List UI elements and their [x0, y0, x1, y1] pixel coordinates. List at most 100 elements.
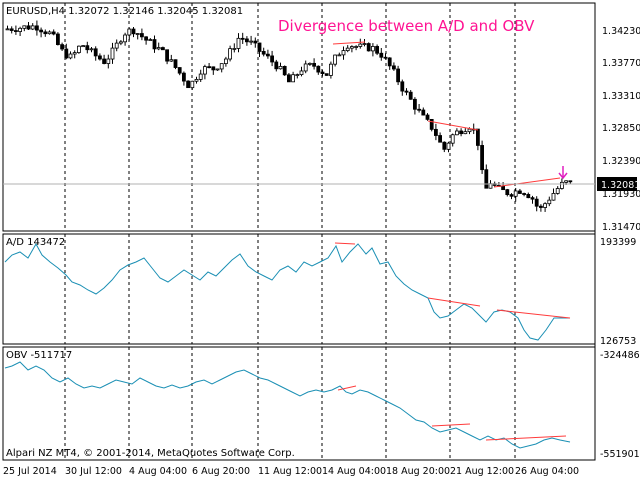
candle-body: [106, 58, 111, 64]
obv-scale-top: -324486: [600, 350, 640, 361]
candle-body: [5, 28, 10, 31]
time-axis: 25 Jul 2014 30 Jul 12:00 4 Aug 04:00 6 A…: [3, 466, 579, 477]
candle-body: [375, 46, 380, 54]
candle-body: [278, 66, 283, 70]
obv-pane-frame: [2, 346, 596, 461]
price-scale: 1.34230 1.33770 1.33310 1.32850 1.32390 …: [602, 26, 640, 233]
candle-body: [312, 62, 317, 67]
candle-body: [354, 46, 359, 48]
candle-body: [186, 80, 191, 89]
candle-body: [223, 58, 228, 65]
candle-body: [85, 45, 90, 51]
candle-body: [425, 114, 430, 120]
price-tick: 1.33310: [602, 91, 640, 102]
candle-body: [333, 54, 338, 65]
candle-body: [177, 67, 182, 74]
candle-body: [232, 48, 237, 50]
candle-body: [291, 74, 296, 83]
ad-label: A/D 143472: [6, 237, 65, 248]
candle-body: [152, 39, 157, 50]
candle-body: [303, 63, 308, 72]
price-tick: 1.34230: [602, 26, 640, 37]
candle-body: [119, 41, 123, 44]
candle-body: [446, 142, 451, 150]
trading-chart[interactable]: EURUSD,H4 1.32072 1.32146 1.32045 1.3208…: [0, 0, 640, 480]
candle-body: [412, 98, 417, 110]
candle-body: [123, 34, 127, 43]
date-tick: 25 Jul 2014: [3, 466, 57, 477]
candle-body: [173, 59, 178, 68]
candlesticks: [5, 20, 573, 212]
candle-body: [43, 31, 48, 35]
candle-body: [467, 128, 472, 133]
candle-body: [135, 33, 140, 35]
copyright-text: Alpari NZ MT4, © 2001-2014, MetaQuotes S…: [6, 448, 295, 459]
candle-body: [442, 141, 447, 150]
candle-body: [534, 198, 539, 207]
candle-body: [530, 197, 535, 200]
candle-body: [387, 57, 392, 67]
candle-body: [526, 194, 531, 199]
candle-body: [286, 74, 291, 83]
candle-body: [68, 53, 73, 59]
candle-body: [404, 90, 409, 93]
date-tick: 11 Aug 12:00: [258, 466, 322, 477]
candle-body: [13, 30, 18, 32]
candle-body: [131, 28, 136, 35]
ad-divergence-lines: [334, 242, 571, 319]
candle-body: [324, 73, 329, 76]
candle-body: [358, 43, 363, 47]
candle-body: [547, 199, 552, 205]
candle-body: [568, 180, 573, 183]
candle-body: [72, 52, 77, 55]
candle-body: [51, 31, 56, 35]
svg-text:1.32081: 1.32081: [601, 180, 640, 191]
candle-body: [93, 48, 98, 57]
candle-body: [257, 42, 262, 52]
candle-body: [480, 145, 485, 171]
candle-body: [156, 47, 161, 50]
candle-body: [475, 128, 480, 146]
date-tick: 4 Aug 04:00: [129, 466, 187, 477]
candle-body: [366, 43, 371, 52]
candle-body: [459, 130, 464, 135]
candle-body: [362, 43, 367, 45]
candle-body: [543, 203, 547, 208]
candle-body: [396, 68, 401, 83]
candle-body: [253, 40, 258, 44]
candle-body: [274, 61, 279, 70]
divergence-line: [493, 177, 561, 188]
candle-body: [77, 45, 81, 53]
candle-body: [328, 63, 333, 76]
candle-body: [98, 55, 102, 60]
main-pane-frame: [2, 2, 596, 232]
candle-body: [450, 134, 455, 144]
candle-body: [518, 190, 522, 194]
candle-body: [181, 72, 186, 82]
symbol-info: EURUSD,H4 1.32072 1.32146 1.32045 1.3208…: [6, 6, 243, 17]
candle-body: [295, 74, 300, 76]
ad-pane-frame: [2, 233, 596, 345]
candle-body: [160, 47, 165, 51]
candle-body: [64, 48, 69, 59]
candle-body: [194, 79, 199, 82]
date-tick: 26 Aug 04:00: [515, 466, 579, 477]
candle-body: [429, 118, 434, 130]
divergence-line: [496, 309, 571, 319]
candle-body: [30, 25, 35, 30]
candle-body: [35, 25, 39, 31]
price-tick: 1.32850: [602, 123, 640, 134]
candle-body: [345, 47, 350, 52]
candle-body: [299, 70, 304, 75]
candle-body: [89, 48, 94, 51]
candle-body: [265, 53, 270, 57]
candle-body: [81, 45, 85, 48]
candle-body: [215, 68, 220, 71]
divergence-line: [334, 242, 356, 245]
candle-body: [307, 62, 312, 65]
chart-title: Divergence between A/D and OBV: [278, 17, 535, 35]
candle-body: [379, 52, 384, 58]
candle-body: [551, 193, 556, 201]
candle-body: [207, 66, 212, 69]
candle-body: [144, 36, 149, 41]
